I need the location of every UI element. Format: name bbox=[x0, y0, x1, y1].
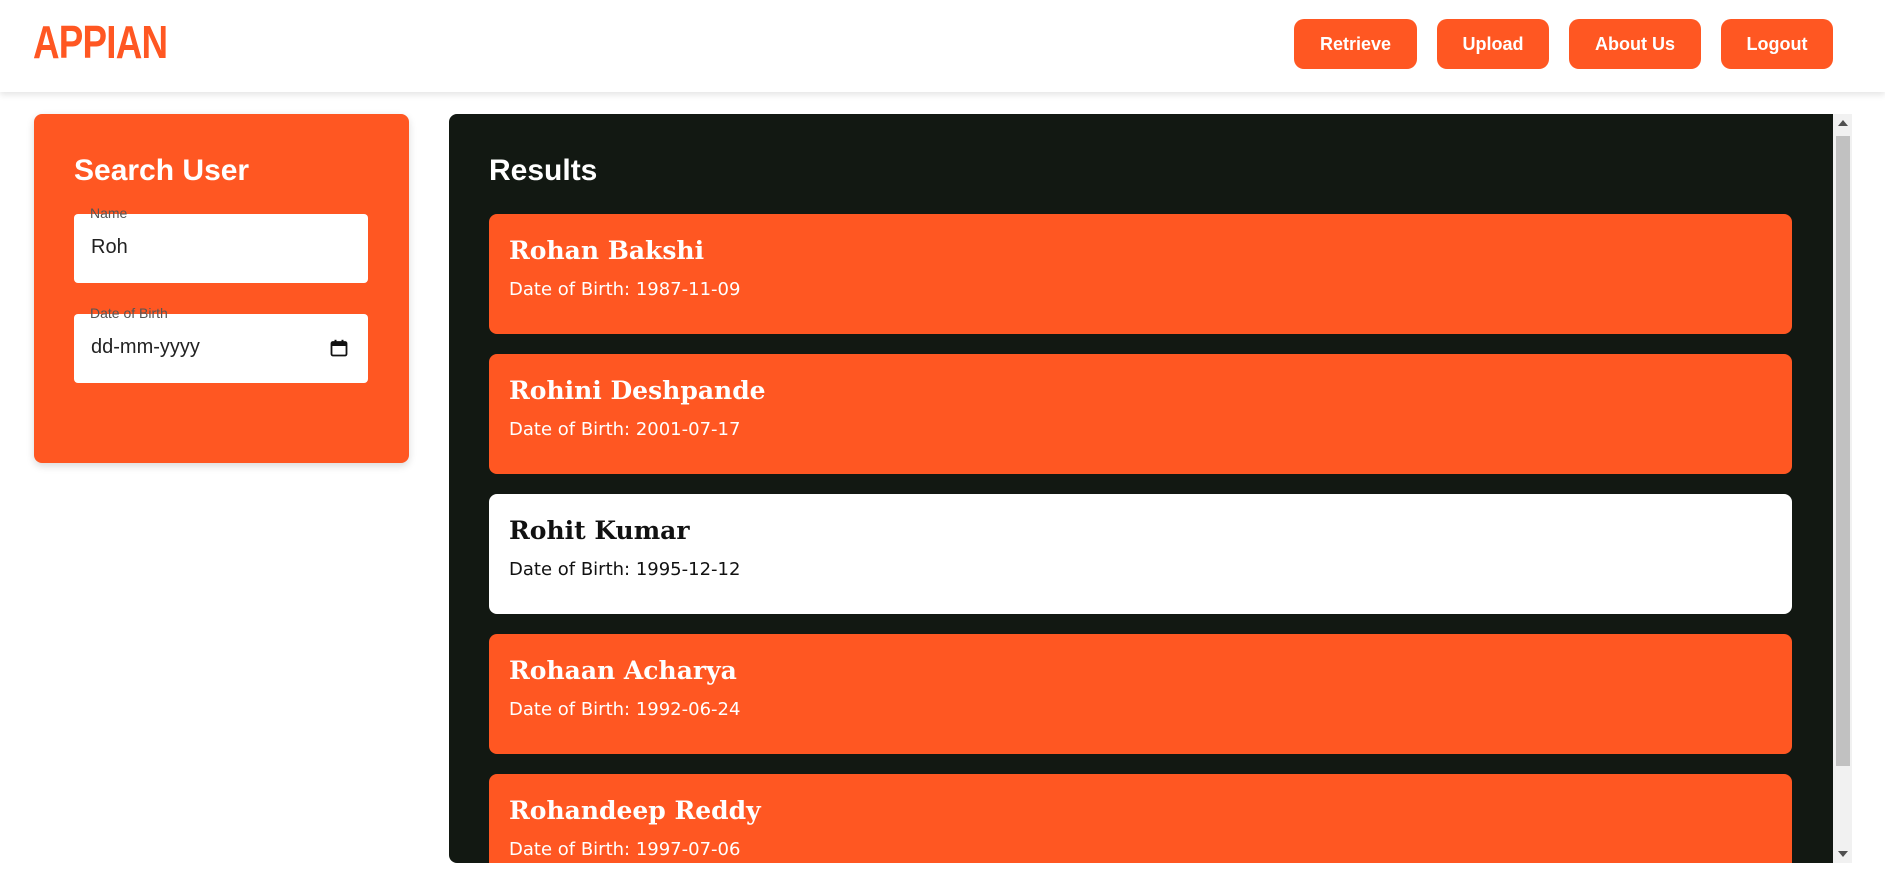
name-field-label: Name bbox=[90, 205, 128, 221]
dob-field-label: Date of Birth bbox=[90, 305, 168, 321]
result-name: Rohit Kumar bbox=[509, 516, 690, 545]
result-card[interactable]: Rohandeep Reddy Date of Birth: 1997-07-0… bbox=[489, 774, 1792, 863]
result-dob: Date of Birth: 1997-07-06 bbox=[509, 839, 741, 860]
result-dob: Date of Birth: 2001-07-17 bbox=[509, 419, 741, 440]
scroll-thumb[interactable] bbox=[1836, 136, 1850, 766]
dob-field-value[interactable]: dd-mm-yyyy bbox=[91, 336, 200, 359]
scroll-up-arrow-icon[interactable] bbox=[1838, 120, 1848, 126]
results-panel: Results Rohan Bakshi Date of Birth: 1987… bbox=[449, 114, 1836, 863]
app-logo[interactable]: APPIAN bbox=[33, 12, 168, 72]
search-panel-title: Search User bbox=[74, 154, 250, 187]
result-name: Rohaan Acharya bbox=[509, 656, 737, 685]
result-name: Rohini Deshpande bbox=[509, 376, 766, 405]
upload-button[interactable]: Upload bbox=[1437, 19, 1549, 69]
logout-button[interactable]: Logout bbox=[1721, 19, 1833, 69]
results-title: Results bbox=[489, 154, 598, 187]
result-card[interactable]: Rohan Bakshi Date of Birth: 1987-11-09 bbox=[489, 214, 1792, 334]
search-user-panel: Search User Name Roh Date of Birth dd-mm… bbox=[34, 114, 409, 463]
result-card[interactable]: Rohaan Acharya Date of Birth: 1992-06-24 bbox=[489, 634, 1792, 754]
result-name: Rohan Bakshi bbox=[509, 236, 705, 265]
result-card[interactable]: Rohini Deshpande Date of Birth: 2001-07-… bbox=[489, 354, 1792, 474]
results-scrollbar[interactable] bbox=[1833, 114, 1852, 863]
date-of-birth-field[interactable]: Date of Birth dd-mm-yyyy bbox=[74, 305, 368, 383]
calendar-icon[interactable] bbox=[330, 339, 348, 357]
result-dob: Date of Birth: 1987-11-09 bbox=[509, 279, 741, 300]
name-field[interactable]: Name Roh bbox=[74, 205, 368, 283]
top-header: APPIAN Retrieve Upload About Us Logout bbox=[0, 0, 1885, 92]
retrieve-button[interactable]: Retrieve bbox=[1294, 19, 1417, 69]
name-field-value[interactable]: Roh bbox=[91, 236, 128, 259]
about-us-button[interactable]: About Us bbox=[1569, 19, 1701, 69]
result-card-selected[interactable]: Rohit Kumar Date of Birth: 1995-12-12 bbox=[489, 494, 1792, 614]
result-name: Rohandeep Reddy bbox=[509, 796, 761, 825]
result-dob: Date of Birth: 1992-06-24 bbox=[509, 699, 741, 720]
result-dob: Date of Birth: 1995-12-12 bbox=[509, 559, 741, 580]
scroll-down-arrow-icon[interactable] bbox=[1838, 851, 1848, 857]
